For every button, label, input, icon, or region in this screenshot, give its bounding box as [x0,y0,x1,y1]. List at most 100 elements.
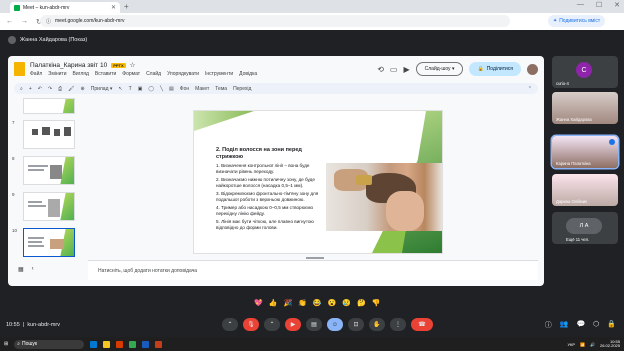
people-icon[interactable]: 👥 [560,320,569,330]
address-bar[interactable]: ⓘ meet.google.com/kun-abdr-mrv [40,15,510,27]
back-icon[interactable]: ← [6,18,13,25]
image-icon[interactable]: ▣ [138,86,143,92]
close-tab-icon[interactable]: ✕ [111,4,116,11]
taskbar-search[interactable]: ⌕ Пошук [14,339,85,349]
powerpoint-icon[interactable] [155,340,163,348]
line-icon[interactable]: ╲ [160,86,163,92]
paint-format-icon[interactable]: 🖌 [68,86,74,92]
camera-off-icon[interactable]: ▶ [285,318,301,331]
history-icon[interactable]: ⟲ [377,65,384,74]
star-icon[interactable]: ☆ [130,61,136,69]
comment-icon[interactable]: ▭ [390,65,398,74]
browser-tab[interactable]: Meet – kun-abdr-mrv ✕ [10,2,120,13]
collapse-filmstrip-icon[interactable]: ‹ [32,266,34,273]
menu-help[interactable]: Довідка [239,71,257,77]
speaker-notes[interactable]: Натисніть, щоб додати нотатки доповідача [88,260,538,280]
emoji-icon[interactable]: ☺ [327,318,343,331]
word-icon[interactable] [142,340,150,348]
collapse-toolbar-icon[interactable]: ⌃ [528,86,532,92]
doc-title[interactable]: Палаткіна_Карина звіт 10 [30,62,107,69]
wifi-icon[interactable]: 📶 [580,342,585,347]
print-icon[interactable]: ⎙ [58,86,62,92]
slides-logo-icon[interactable] [14,62,25,76]
raise-hand-icon[interactable]: ✋ [369,318,385,331]
thumbnail-row[interactable]: 7 [12,120,75,149]
slide-body[interactable]: 1. Визначення контрольної лінії – вона б… [216,163,328,233]
reaction-party-icon[interactable]: 🎉 [283,299,292,307]
forward-icon[interactable]: → [21,18,28,25]
start-icon[interactable]: ⊞ [4,341,8,347]
participant-tile[interactable]: Дарина Олійник [552,174,618,206]
thumbnail-row[interactable]: 9 [12,192,75,221]
thumbnail-row[interactable] [12,98,75,114]
close-window-icon[interactable]: ✕ [614,1,620,9]
menu-insert[interactable]: Вставити [95,71,116,77]
reaction-thumbs-down-icon[interactable]: 👎 [372,299,381,307]
transition-button[interactable]: Перехід [233,86,251,92]
redo-icon[interactable]: ↷ [48,86,52,92]
slide-canvas[interactable]: 2. Поділ волосся на зони перед стрижкою … [194,111,442,253]
slide-thumbnail[interactable] [23,98,75,114]
chat-icon[interactable]: 💬 [576,320,585,330]
chrome-icon[interactable] [129,340,137,348]
thumbnail-row[interactable]: 10 [12,228,75,257]
participant-tile[interactable]: C curio-4 [552,56,618,88]
share-button[interactable]: 🔒 Поділитися [469,62,521,76]
zoom-icon[interactable]: ⊕ [81,86,85,92]
participant-tile[interactable]: Жанна Хайдарова [552,92,618,124]
search-menus-icon[interactable]: ⌕ [20,86,23,92]
slide-thumbnail[interactable] [23,192,75,221]
reaction-laugh-icon[interactable]: 😂 [313,299,322,307]
leave-call-icon[interactable]: ☎ [411,318,433,331]
account-avatar[interactable] [527,63,538,75]
language-indicator[interactable]: УКР [567,342,575,347]
reaction-sad-icon[interactable]: 😢 [342,299,351,307]
menu-tools[interactable]: Інструменти [205,71,233,77]
slide-thumbnail[interactable] [23,156,75,185]
reaction-heart-icon[interactable]: 💖 [254,299,263,307]
shape-icon[interactable]: ◯ [148,86,154,92]
comment-add-icon[interactable]: ▤ [169,86,174,92]
slide-title[interactable]: 2. Поділ волосся на зони перед стрижкою [216,147,326,160]
textbox-icon[interactable]: T [129,86,132,92]
menu-arrange[interactable]: Упорядкувати [167,71,199,77]
mic-off-icon[interactable]: 🎙 [243,318,259,331]
host-controls-icon[interactable]: 🔒 [607,320,616,330]
haircut-photo[interactable] [326,163,442,231]
slide-thumbnail[interactable] [23,120,75,149]
add-element-dropdown[interactable]: Прилад ▾ [91,86,113,92]
participant-tile-active[interactable]: Карина Палаткіна [552,136,618,168]
office-icon[interactable] [116,340,124,348]
menu-view[interactable]: Вигляд [73,71,89,77]
meeting-details-icon[interactable]: ⓘ [545,320,552,330]
reaction-thinking-icon[interactable]: 🤔 [357,299,366,307]
minimize-icon[interactable]: — [577,1,584,9]
present-icon[interactable]: ⊡ [348,318,364,331]
more-options-icon[interactable]: ⋮ [390,318,406,331]
thumbnail-row[interactable]: 8 [12,156,75,185]
layout-button[interactable]: Макет [195,86,209,92]
more-participants-tile[interactable]: Л А Ещё 11 чел. [552,212,618,244]
mic-options-icon[interactable]: ⌃ [222,318,238,331]
reaction-clap-icon[interactable]: 👏 [298,299,307,307]
explorer-icon[interactable] [103,340,111,348]
reaction-thumbs-up-icon[interactable]: 👍 [269,299,278,307]
video-call-icon[interactable]: ▶ [403,65,409,74]
menu-format[interactable]: Формат [122,71,140,77]
new-tab-icon[interactable]: + [124,2,129,11]
theme-button[interactable]: Тема [215,86,227,92]
site-info-icon[interactable]: ⓘ [46,18,51,25]
background-button[interactable]: Фон [180,86,189,92]
clock[interactable]: 10:55 26.02.2025 [600,340,620,348]
slide-thumbnail-selected[interactable] [23,228,75,257]
camera-options-icon[interactable]: ⌃ [264,318,280,331]
captions-icon[interactable]: ▤ [306,318,322,331]
menu-slide[interactable]: Слайд [146,71,161,77]
maximize-icon[interactable]: ☐ [596,1,602,9]
menu-file[interactable]: Файл [30,71,42,77]
select-icon[interactable]: ↖ [118,86,122,92]
slide-resize-handle[interactable] [306,257,324,259]
activities-icon[interactable]: ⬡ [593,320,599,330]
edge-icon[interactable] [90,340,98,348]
reaction-surprised-icon[interactable]: 😮 [328,299,337,307]
